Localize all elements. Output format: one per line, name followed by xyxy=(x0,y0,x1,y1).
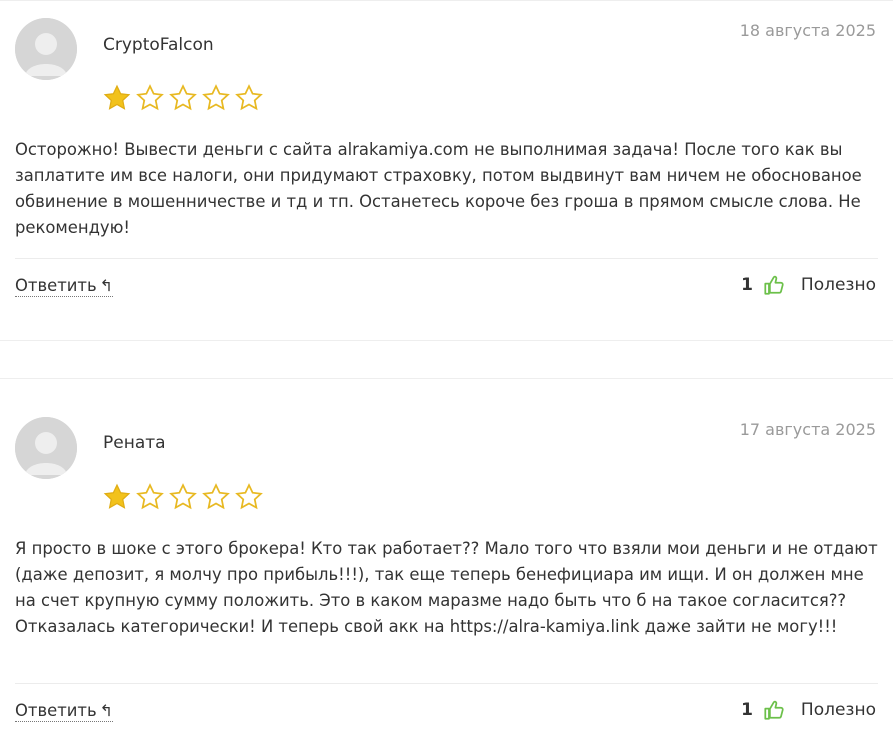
star-icon xyxy=(202,483,230,510)
star-rating xyxy=(101,482,265,512)
reply-label: Ответить xyxy=(15,276,97,295)
review-author: CryptoFalcon xyxy=(103,35,214,55)
review-date: 17 августа 2025 xyxy=(739,420,876,439)
review-footer-divider xyxy=(15,258,878,259)
review-text: Осторожно! Вывести деньги с сайта alraka… xyxy=(15,140,862,237)
reply-arrow-icon: ↰ xyxy=(99,701,114,720)
review-footer-divider xyxy=(15,683,878,684)
star-icon xyxy=(169,483,197,510)
top-divider xyxy=(0,0,893,1)
avatar xyxy=(15,18,77,80)
review-author: Рената xyxy=(103,433,166,453)
reply-arrow-icon: ↰ xyxy=(99,276,114,295)
review-divider xyxy=(0,340,893,341)
star-icon xyxy=(202,84,230,111)
avatar xyxy=(15,417,77,479)
thumbs-up-icon[interactable] xyxy=(763,699,785,721)
helpful-label[interactable]: Полезно xyxy=(801,700,876,720)
reply-button[interactable]: Ответить ↰ xyxy=(15,276,114,297)
star-icon xyxy=(235,483,263,510)
review-divider xyxy=(0,378,893,379)
review-date: 18 августа 2025 xyxy=(739,21,876,40)
helpful-count: 1 xyxy=(741,700,753,720)
helpful-count: 1 xyxy=(741,275,753,295)
helpful-vote[interactable]: 1 Полезно xyxy=(741,699,876,721)
helpful-label[interactable]: Полезно xyxy=(801,275,876,295)
thumbs-up-icon[interactable] xyxy=(763,274,785,296)
star-icon xyxy=(103,84,131,110)
reply-label: Ответить xyxy=(15,701,97,720)
star-icon xyxy=(136,483,164,510)
star-icon xyxy=(136,84,164,111)
review-text: Я просто в шоке с этого брокера! Кто так… xyxy=(15,539,878,636)
helpful-vote[interactable]: 1 Полезно xyxy=(741,274,876,296)
star-icon xyxy=(103,483,131,509)
star-rating xyxy=(101,83,265,113)
star-icon xyxy=(169,84,197,111)
reply-button[interactable]: Ответить ↰ xyxy=(15,701,114,722)
star-icon xyxy=(235,84,263,111)
